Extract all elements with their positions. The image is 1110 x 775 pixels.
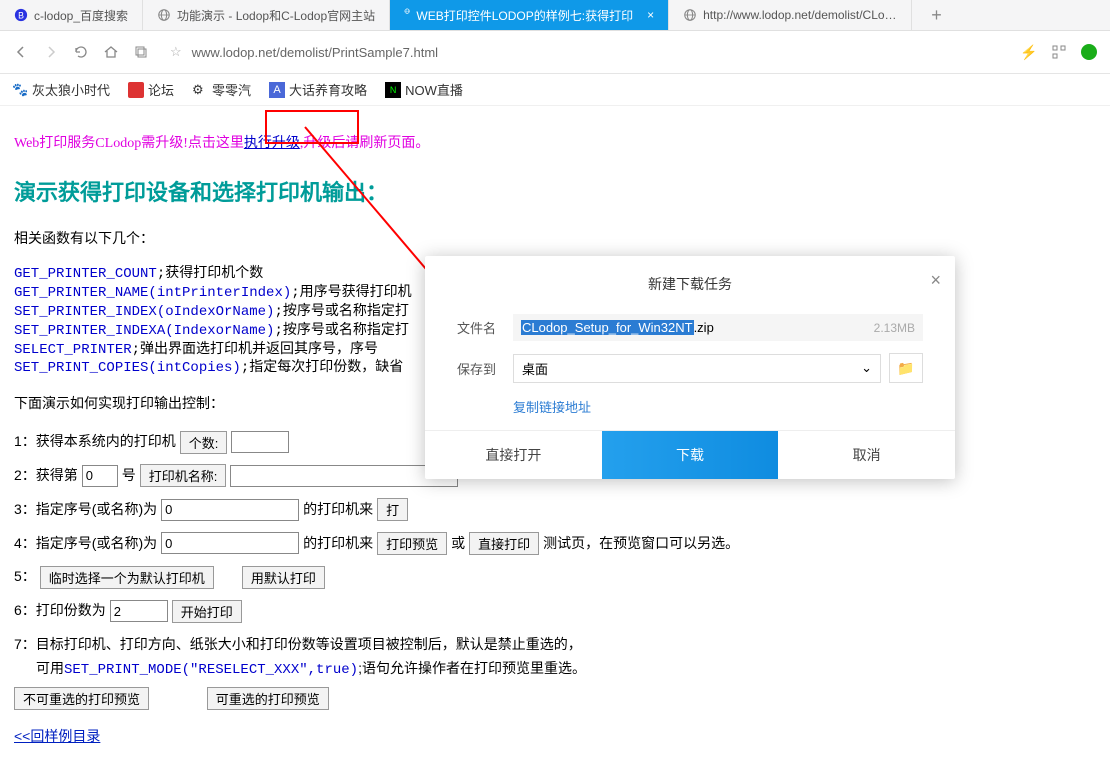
bookmark-item[interactable]: 论坛 — [128, 80, 174, 99]
now-icon: N — [385, 82, 401, 98]
page-title: 演示获得打印设备和选择打印机输出： — [14, 174, 1096, 211]
tab-label: 功能演示 - Lodop和C-Lodop官网主站 — [177, 7, 375, 24]
tabs-icon[interactable] — [130, 41, 152, 63]
print-button-3[interactable]: 打 — [377, 498, 408, 521]
copies-input[interactable] — [110, 600, 168, 622]
qr-icon[interactable] — [1048, 41, 1070, 63]
saveto-label: 保存到 — [457, 359, 513, 378]
tab-label: WEB打印控件LODOP的样例七:获得打印 — [416, 7, 633, 24]
reselect-preview-button[interactable]: 可重选的打印预览 — [207, 687, 329, 710]
saveto-select[interactable]: 桌面 ⌄ — [513, 354, 881, 383]
globe-icon — [404, 8, 410, 22]
row-3: 3：指定序号(或名称)为 的打印机来 打 — [14, 498, 1096, 522]
back-link[interactable]: <<回样例目录 — [14, 728, 100, 744]
svg-text:B: B — [18, 11, 24, 21]
bookmarks-bar: 🐾灰太狼小时代 论坛 ⚙零零汽 A大话养育攻略 NNOW直播 — [0, 74, 1110, 106]
tab-3-active[interactable]: WEB打印控件LODOP的样例七:获得打印 × — [390, 0, 669, 30]
tab-1[interactable]: Bc-lodop_百度搜索 — [0, 0, 143, 30]
tab-label: http://www.lodop.net/demolist/CLo… — [703, 8, 896, 22]
baidu-icon: B — [14, 8, 28, 22]
start-print-button[interactable]: 开始打印 — [172, 600, 242, 623]
index-input-4[interactable] — [161, 532, 299, 554]
bookmark-item[interactable]: NNOW直播 — [385, 80, 463, 99]
gear-icon: ⚙ — [192, 82, 208, 98]
copy-link-button[interactable]: 复制链接地址 — [513, 400, 591, 415]
print-button-4[interactable]: 直接打印 — [469, 532, 539, 555]
browser-toolbar: ☆ www.lodop.net/demolist/PrintSample7.htm… — [0, 31, 1110, 74]
dialog-title: 新建下载任务 — [425, 256, 955, 308]
cancel-button[interactable]: 取消 — [778, 431, 955, 479]
close-icon[interactable]: × — [930, 270, 941, 291]
row-4: 4：指定序号(或名称)为 的打印机来 打印预览 或 直接打印 测试页，在预览窗口… — [14, 532, 1096, 556]
close-icon[interactable]: × — [647, 8, 654, 22]
row-5: 5： 临时选择一个为默认打印机 用默认打印 — [14, 565, 1096, 589]
forum-icon — [128, 82, 144, 98]
new-tab-button[interactable]: + — [922, 5, 952, 26]
forward-button[interactable] — [40, 41, 62, 63]
bookmark-item[interactable]: 🐾灰太狼小时代 — [12, 80, 110, 99]
tab-2[interactable]: 功能演示 - Lodop和C-Lodop官网主站 — [143, 0, 390, 30]
download-button[interactable]: 下载 — [602, 431, 779, 479]
back-button[interactable] — [10, 41, 32, 63]
row-6: 6：打印份数为 开始打印 — [14, 599, 1096, 623]
globe-icon — [683, 8, 697, 22]
use-default-button[interactable]: 用默认打印 — [242, 566, 325, 589]
row-7: 7：目标打印机、打印方向、纸张大小和打印份数等设置项目被控制后，默认是禁止重选的… — [14, 633, 1096, 711]
count-button[interactable]: 个数: — [180, 431, 228, 454]
url-text: www.lodop.net/demolist/PrintSample7.html — [192, 45, 438, 60]
home-button[interactable] — [100, 41, 122, 63]
chevron-down-icon: ⌄ — [861, 360, 872, 376]
filename-label: 文件名 — [457, 318, 513, 337]
index-input-3[interactable] — [161, 499, 299, 521]
upgrade-notice: Web打印服务CLodop需升级!点击这里执行升级,升级后请刷新页面。 — [14, 132, 1096, 156]
bookmark-item[interactable]: ⚙零零汽 — [192, 80, 251, 99]
filename-input[interactable]: CLodop_Setup_for_Win32NT.zip 2.13MB — [513, 314, 923, 341]
wechat-icon[interactable] — [1078, 41, 1100, 63]
open-button[interactable]: 直接打开 — [425, 431, 602, 479]
select-default-button[interactable]: 临时选择一个为默认打印机 — [40, 566, 214, 589]
folder-icon: 📁 — [897, 360, 914, 377]
browse-folder-button[interactable]: 📁 — [889, 353, 923, 383]
bookmark-item[interactable]: A大话养育攻略 — [269, 80, 367, 99]
printer-name-button[interactable]: 打印机名称: — [140, 464, 227, 487]
lightning-icon[interactable]: ⚡ — [1018, 41, 1040, 63]
count-output[interactable] — [231, 431, 289, 453]
no-reselect-preview-button[interactable]: 不可重选的打印预览 — [14, 687, 149, 710]
download-dialog: × 新建下载任务 文件名 CLodop_Setup_for_Win32NT.zi… — [425, 256, 955, 479]
funcs-intro: 相关函数有以下几个： — [14, 227, 1096, 251]
bookmark-star-icon[interactable]: ☆ — [170, 44, 182, 60]
browser-tabbar: Bc-lodop_百度搜索 功能演示 - Lodop和C-Lodop官网主站 W… — [0, 0, 1110, 31]
preview-button-4[interactable]: 打印预览 — [377, 532, 447, 555]
file-size: 2.13MB — [874, 321, 915, 335]
printer-index-input[interactable] — [82, 465, 118, 487]
globe-icon — [157, 8, 171, 22]
letter-icon: A — [269, 82, 285, 98]
tab-4[interactable]: http://www.lodop.net/demolist/CLo… — [669, 0, 911, 30]
url-bar[interactable]: ☆ www.lodop.net/demolist/PrintSample7.htm… — [160, 44, 1010, 60]
upgrade-link[interactable]: 执行升级 — [244, 136, 300, 151]
tab-label: c-lodop_百度搜索 — [34, 7, 128, 24]
paw-icon: 🐾 — [12, 82, 28, 98]
reload-button[interactable] — [70, 41, 92, 63]
